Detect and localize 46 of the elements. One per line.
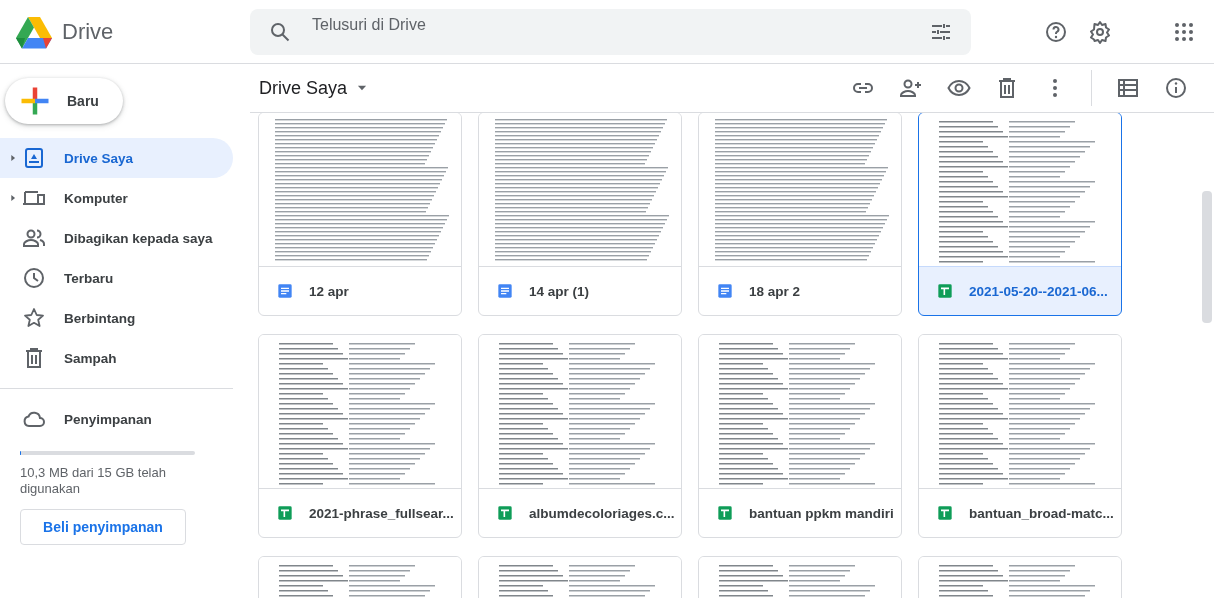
search-input[interactable]: Telusuri di Drive: [310, 14, 911, 35]
file-name: albumdecoloriages.c...: [529, 505, 675, 521]
file-card[interactable]: 14 apr (1): [478, 113, 682, 316]
spreadsheet-icon: [717, 505, 733, 521]
clock-icon: [22, 266, 46, 290]
file-name: 2021-phrase_fullsear...: [309, 505, 454, 521]
storage-usage-text: 10,3 MB dari 15 GB telah digunakan: [20, 465, 167, 497]
storage-item[interactable]: Penyimpanan: [0, 399, 233, 439]
file-name: 18 apr 2: [749, 283, 801, 299]
file-name: 2021-05-20--2021-06...: [969, 283, 1108, 299]
document-icon: [497, 283, 513, 299]
nav-item[interactable]: Sampah: [0, 338, 233, 378]
search-field[interactable]: Telusuri di Drive: [250, 8, 971, 55]
drive-icon: [22, 146, 46, 170]
file-card[interactable]: 12 apr: [258, 113, 462, 316]
spreadsheet-icon: [937, 505, 953, 521]
file-card[interactable]: 18 apr 2: [698, 113, 902, 316]
spreadsheet-icon: [937, 283, 953, 299]
new-button[interactable]: Baru: [5, 78, 123, 124]
file-name: bantuan_broad-matc...: [969, 505, 1114, 521]
folder-title-dropdown[interactable]: Drive Saya: [250, 77, 370, 99]
file-name: 14 apr (1): [529, 283, 590, 299]
file-card[interactable]: bantuan_broad-matc...: [918, 334, 1122, 538]
nav-item[interactable]: Drive Saya: [0, 138, 233, 178]
file-name: bantuan ppkm mandiri: [749, 505, 894, 521]
info-icon[interactable]: [1164, 76, 1188, 100]
file-card[interactable]: 2021-05-20--2021-06...: [918, 113, 1122, 316]
nav-item[interactable]: Dibagikan kepada saya: [0, 218, 233, 258]
list-view-icon[interactable]: [1116, 76, 1140, 100]
star-icon: [22, 306, 46, 330]
document-icon: [277, 283, 293, 299]
app-name: Drive: [62, 18, 114, 45]
file-card[interactable]: bantuan ppkm mandiri: [698, 334, 902, 538]
file-card[interactable]: albumdecoloriages.c...: [478, 334, 682, 538]
file-card[interactable]: 2021-phrase_fullsear...: [258, 334, 462, 538]
document-icon: [717, 283, 733, 299]
settings-icon[interactable]: [1088, 19, 1112, 44]
nav-item[interactable]: Komputer: [0, 178, 233, 218]
nav-item[interactable]: Terbaru: [0, 258, 233, 298]
help-icon[interactable]: [1044, 19, 1068, 44]
buy-storage-button[interactable]: Beli penyimpanan: [20, 509, 186, 545]
spreadsheet-icon: [277, 505, 293, 521]
scrollbar-thumb[interactable]: [1202, 191, 1212, 323]
spreadsheet-icon: [497, 505, 513, 521]
file-name: 12 apr: [309, 283, 349, 299]
nav-item[interactable]: Berbintang: [0, 298, 233, 338]
